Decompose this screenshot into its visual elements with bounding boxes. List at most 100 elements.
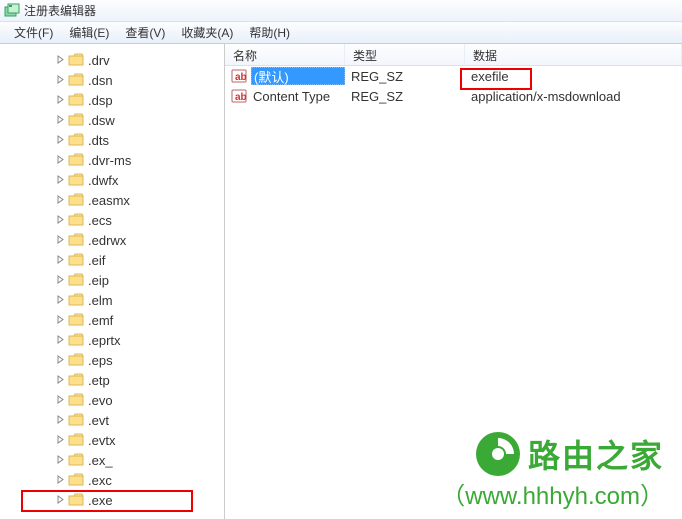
tree-label: .evo	[88, 393, 113, 408]
expand-icon[interactable]	[54, 394, 66, 406]
tree-label: .drv	[88, 53, 110, 68]
folder-icon	[68, 273, 84, 287]
tree-item[interactable]: .dsn	[0, 70, 224, 90]
tree-item[interactable]: .eip	[0, 270, 224, 290]
cell-type: REG_SZ	[345, 69, 465, 84]
list-header: 名称 类型 数据	[225, 44, 682, 66]
tree-item[interactable]: .drv	[0, 50, 224, 70]
folder-icon	[68, 313, 84, 327]
folder-icon	[68, 253, 84, 267]
string-icon: ab	[231, 88, 247, 104]
tree-item[interactable]: .eps	[0, 350, 224, 370]
folder-icon	[68, 413, 84, 427]
expand-icon[interactable]	[54, 474, 66, 486]
tree-item[interactable]: .evo	[0, 390, 224, 410]
expand-icon[interactable]	[54, 234, 66, 246]
expand-icon[interactable]	[54, 174, 66, 186]
folder-icon	[68, 173, 84, 187]
col-header-type[interactable]: 类型	[345, 44, 465, 65]
tree-label: .elm	[88, 293, 113, 308]
expand-icon[interactable]	[54, 214, 66, 226]
col-header-data[interactable]: 数据	[465, 44, 682, 65]
expand-icon[interactable]	[54, 274, 66, 286]
tree-item[interactable]: .evtx	[0, 430, 224, 450]
string-icon: ab	[231, 68, 247, 84]
menu-favorites[interactable]: 收藏夹(A)	[173, 22, 241, 43]
tree-label: .eip	[88, 273, 109, 288]
folder-icon	[68, 333, 84, 347]
tree-item[interactable]: .dsw	[0, 110, 224, 130]
tree-label: .etp	[88, 373, 110, 388]
main-area: .drv.dsn.dsp.dsw.dts.dvr-ms.dwfx.easmx.e…	[0, 44, 682, 519]
tree-item[interactable]: .etp	[0, 370, 224, 390]
expand-icon[interactable]	[54, 94, 66, 106]
tree-panel[interactable]: .drv.dsn.dsp.dsw.dts.dvr-ms.dwfx.easmx.e…	[0, 44, 225, 519]
cell-type: REG_SZ	[345, 89, 465, 104]
svg-text:ab: ab	[235, 72, 247, 83]
expand-icon[interactable]	[54, 254, 66, 266]
menu-file[interactable]: 文件(F)	[6, 22, 61, 43]
folder-icon	[68, 373, 84, 387]
folder-icon	[68, 93, 84, 107]
tree-label: .emf	[88, 313, 113, 328]
svg-text:ab: ab	[235, 92, 247, 103]
menu-help[interactable]: 帮助(H)	[241, 22, 298, 43]
folder-icon	[68, 193, 84, 207]
tree-item[interactable]: .ex_	[0, 450, 224, 470]
tree-label: .eprtx	[88, 333, 121, 348]
menu-edit[interactable]: 编辑(E)	[61, 22, 117, 43]
tree-item[interactable]: .dwfx	[0, 170, 224, 190]
list-panel[interactable]: 名称 类型 数据 ab (默认)REG_SZexefile abContent Ty…	[225, 44, 682, 519]
expand-icon[interactable]	[54, 454, 66, 466]
regedit-icon	[4, 3, 20, 19]
tree-item[interactable]: .ecs	[0, 210, 224, 230]
tree-label: .dsw	[88, 113, 115, 128]
expand-icon[interactable]	[54, 354, 66, 366]
tree-label: .dsn	[88, 73, 113, 88]
tree-item[interactable]: .exe	[0, 490, 224, 510]
expand-icon[interactable]	[54, 414, 66, 426]
tree-item[interactable]: .dvr-ms	[0, 150, 224, 170]
expand-icon[interactable]	[54, 294, 66, 306]
list-row[interactable]: ab (默认)REG_SZexefile	[225, 66, 682, 86]
expand-icon[interactable]	[54, 194, 66, 206]
tree-label: .edrwx	[88, 233, 126, 248]
folder-icon	[68, 433, 84, 447]
tree-item[interactable]: .eprtx	[0, 330, 224, 350]
tree-item[interactable]: .evt	[0, 410, 224, 430]
expand-icon[interactable]	[54, 314, 66, 326]
window-title: 注册表编辑器	[24, 2, 96, 19]
expand-icon[interactable]	[54, 494, 66, 506]
folder-icon	[68, 353, 84, 367]
menu-view[interactable]: 查看(V)	[117, 22, 173, 43]
folder-icon	[68, 73, 84, 87]
col-header-name[interactable]: 名称	[225, 44, 345, 65]
expand-icon[interactable]	[54, 74, 66, 86]
cell-data: exefile	[465, 69, 511, 84]
tree-item[interactable]: .dsp	[0, 90, 224, 110]
expand-icon[interactable]	[54, 434, 66, 446]
expand-icon[interactable]	[54, 154, 66, 166]
folder-icon	[68, 53, 84, 67]
expand-icon[interactable]	[54, 374, 66, 386]
tree-item[interactable]: .eif	[0, 250, 224, 270]
tree-label: .dsp	[88, 93, 113, 108]
tree-item[interactable]: .elm	[0, 290, 224, 310]
folder-icon	[68, 393, 84, 407]
expand-icon[interactable]	[54, 334, 66, 346]
tree-item[interactable]: .easmx	[0, 190, 224, 210]
list-row[interactable]: abContent TypeREG_SZapplication/x-msdown…	[225, 86, 682, 106]
tree-label: .eps	[88, 353, 113, 368]
title-bar: 注册表编辑器	[0, 0, 682, 22]
cell-name: (默认)	[251, 67, 345, 85]
expand-icon[interactable]	[54, 114, 66, 126]
tree-item[interactable]: .dts	[0, 130, 224, 150]
expand-icon[interactable]	[54, 54, 66, 66]
tree-item[interactable]: .edrwx	[0, 230, 224, 250]
expand-icon[interactable]	[54, 134, 66, 146]
tree-item[interactable]: .exc	[0, 470, 224, 490]
folder-icon	[68, 213, 84, 227]
tree-item[interactable]: .emf	[0, 310, 224, 330]
tree-label: .evt	[88, 413, 109, 428]
folder-icon	[68, 233, 84, 247]
